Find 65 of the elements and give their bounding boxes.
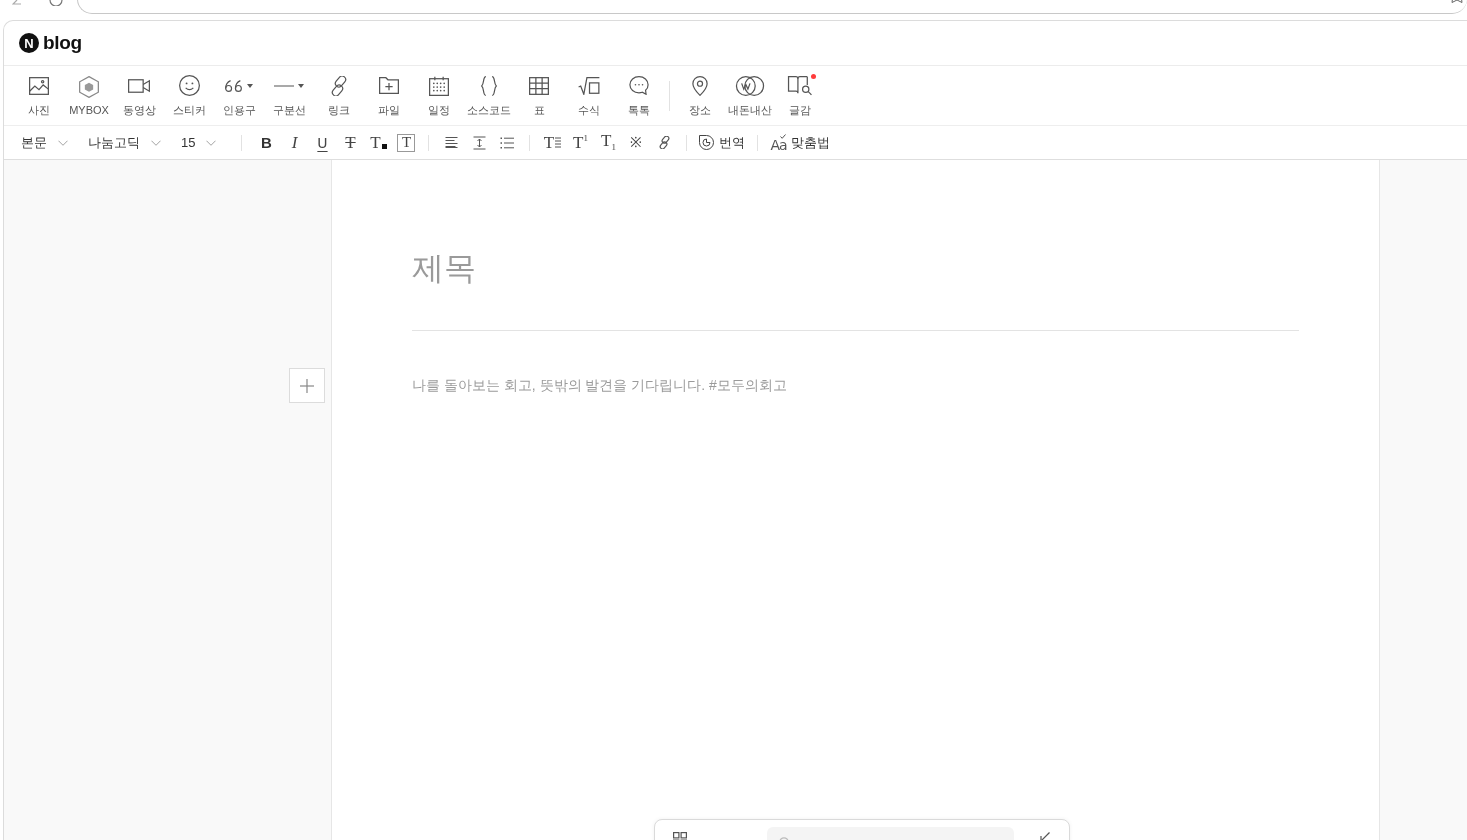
insert-tool-button[interactable]: 표 [514,67,564,124]
insert-tool-button[interactable]: 인용구 [214,67,264,124]
insert-tool-button[interactable]: 수식 [564,67,614,124]
map-pin-icon [692,75,708,96]
link-icon [329,75,349,96]
underline-button[interactable]: U [308,129,337,156]
logo-text: blog [43,32,82,54]
insert-tool-button[interactable]: 동영상 [114,67,164,124]
translate-icon [699,135,715,150]
bold-button[interactable]: B [252,129,281,156]
background-color-button[interactable]: T [397,133,416,152]
chevron-down-icon [151,139,161,146]
diagonal-arrow-icon[interactable] [1040,832,1050,840]
insert-tool-button[interactable]: 장소 [675,67,725,124]
insert-tool-button[interactable]: 링크 [314,67,364,124]
insert-tool-button[interactable]: MYBOX [64,67,114,124]
bullet-list-icon [500,136,515,149]
insert-tool-button[interactable]: 톡톡 [614,67,664,124]
image-icon [29,76,49,95]
insert-tool-button[interactable]: 구분선 [264,67,314,124]
title-field[interactable]: 제목 [412,244,1299,292]
overlapping-circles-icon [735,75,765,96]
dropdown-select[interactable]: 나눔고딕 [83,129,166,156]
insert-tool-button[interactable]: 내돈내산 [725,67,775,124]
speech-bubble-icon [629,76,649,95]
insert-tool-button[interactable]: 사진 [14,67,64,124]
dropdown-select[interactable]: 본문 [16,129,73,156]
smiley-icon [178,75,200,96]
italic-button[interactable]: I [280,129,309,156]
chevron-down-icon [206,139,217,146]
link-icon [657,136,671,149]
horizontal-line-icon [274,84,294,87]
align-left-icon [444,136,458,149]
square-root-icon [578,76,600,95]
hexagon-icon [79,76,99,98]
text-lines-icon [555,137,562,148]
add-component-button[interactable] [289,368,325,403]
reload-icon[interactable] [49,0,63,6]
chevron-down-icon [58,139,68,146]
strikethrough-button[interactable]: T [336,129,365,156]
superscript-button[interactable]: T$^{1}$ [566,129,595,156]
line-height-icon [472,135,486,150]
insert-tool-button[interactable]: 글감 [775,67,825,124]
subscript-button[interactable]: T$_{1}$ [594,129,623,156]
insert-tool-button[interactable]: 일정 [414,67,464,124]
calendar-icon [429,75,449,96]
video-camera-icon [128,78,150,93]
translate-button[interactable]: 번역 [695,129,750,156]
insert-tool-button[interactable]: 파일 [364,67,414,124]
check-icon [779,134,786,139]
paragraph-spacing-button[interactable]: T [538,129,567,156]
text-color-button[interactable]: T [364,129,393,156]
book-magnifier-icon [787,75,813,96]
curly-braces-icon [481,75,497,96]
dropdown-select[interactable]: 15 [176,129,222,156]
folder-plus-icon [379,77,399,94]
spellcheck-button[interactable]: Aa 맞춤법 [766,129,834,156]
insert-tool-button[interactable]: 소스코드 [464,67,514,124]
logo-mark: N [19,33,39,53]
special-character-button[interactable]: ※ [622,129,651,156]
plus-icon [300,378,314,393]
body-field[interactable]: 나를 돌아보는 회고, 뜻밖의 발견을 기다립니다. #모두의회고 [412,375,1299,395]
table-grid-icon [529,76,549,95]
quote-icon [225,79,243,92]
insert-tool-button[interactable]: 스티커 [164,67,214,124]
